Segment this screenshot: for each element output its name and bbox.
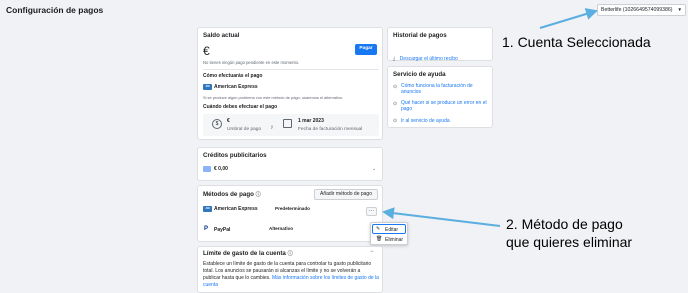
annotation-arrows <box>382 8 598 227</box>
annotation-arrow-1 <box>539 8 598 29</box>
annotation-arrow-2 <box>382 207 501 227</box>
